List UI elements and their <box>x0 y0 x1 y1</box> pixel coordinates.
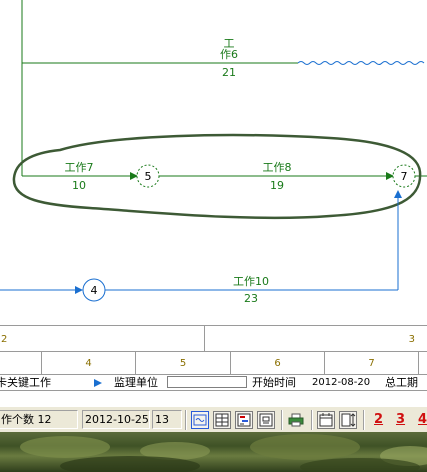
task-7-label: 工作7 <box>65 161 94 174</box>
network-diagram[interactable]: 工 作6 21 工作7 10 5 工作8 19 7 4 工作10 23 <box>0 0 427 325</box>
time-scale-cell: 7 <box>324 352 418 375</box>
time-scale: 2 3 4 5 6 7 <box>0 325 427 375</box>
level-2-button[interactable]: 2 <box>374 411 383 429</box>
time-scale-row-1: 2 3 <box>0 325 427 352</box>
critical-task-label: 卡关键工作 <box>0 376 51 389</box>
network-view-icon <box>193 414 207 426</box>
start-time-value[interactable]: 2012-08-20 <box>312 375 378 390</box>
calendar-button[interactable] <box>317 411 335 429</box>
task-6-duration: 21 <box>222 66 236 79</box>
project-info-row: 卡关键工作 监理单位 开始时间 2012-08-20 总工期 <box>0 374 427 391</box>
node-5-label: 5 <box>145 170 152 183</box>
supervisor-field[interactable] <box>167 376 247 388</box>
gantt-view-button[interactable] <box>235 411 253 429</box>
outline-view-icon <box>259 413 273 427</box>
time-scale-cell: 3 <box>204 326 427 352</box>
node-7-label: 7 <box>401 170 408 183</box>
network-view-button[interactable] <box>191 411 209 429</box>
desktop-foliage <box>20 436 110 458</box>
level-4-button[interactable]: 4 <box>418 411 427 429</box>
fit-height-button[interactable] <box>339 411 357 429</box>
task-10-label: 工作10 <box>233 275 269 288</box>
printer-icon <box>288 413 304 427</box>
toolbar-separator <box>281 410 283 430</box>
print-button[interactable] <box>287 411 305 429</box>
total-duration-label: 总工期 <box>385 376 418 389</box>
time-scale-cell: 5 <box>135 352 230 375</box>
calendar-icon <box>319 413 333 427</box>
time-scale-cell: 6 <box>230 352 324 375</box>
toolbar-separator <box>311 410 313 430</box>
node-4-label: 4 <box>91 284 98 297</box>
gantt-view-icon <box>237 413 251 427</box>
task-6-free-float-wave <box>297 61 425 65</box>
status-bar: 作个数 12 2012-10-25 13 2 3 4 <box>0 406 427 433</box>
desktop-foliage <box>250 434 360 460</box>
toolbar-separator <box>363 410 365 430</box>
date-field: 2012-10-25 <box>82 410 150 429</box>
task-7-duration: 10 <box>72 179 86 192</box>
time-scale-cell: 2 <box>1 333 8 345</box>
task-count-field: 作个数 12 <box>0 410 78 429</box>
table-view-button[interactable] <box>213 411 231 429</box>
time-scale-row-2: 4 5 6 7 <box>0 351 427 375</box>
supervisor-label: 监理单位 <box>114 376 158 389</box>
day-field: 13 <box>152 410 182 429</box>
fit-height-icon <box>341 413 356 427</box>
time-scale-cell: 4 <box>41 352 135 375</box>
task-8-duration: 19 <box>270 179 284 192</box>
outline-view-button[interactable] <box>257 411 275 429</box>
table-view-icon <box>215 413 229 427</box>
desktop-foliage <box>300 458 420 472</box>
start-time-label: 开始时间 <box>252 376 296 389</box>
task-10-duration: 23 <box>244 292 258 305</box>
task-6-label-line2: 作6 <box>220 48 238 61</box>
level-3-button[interactable]: 3 <box>396 411 405 429</box>
toolbar-separator <box>185 410 187 430</box>
desktop-foliage <box>60 456 200 472</box>
desktop-background <box>0 432 427 472</box>
time-scale-cell <box>418 352 427 375</box>
dropdown-arrow-icon[interactable] <box>94 379 102 387</box>
task-8-label: 工作8 <box>263 161 292 174</box>
time-scale-cell <box>0 352 41 375</box>
